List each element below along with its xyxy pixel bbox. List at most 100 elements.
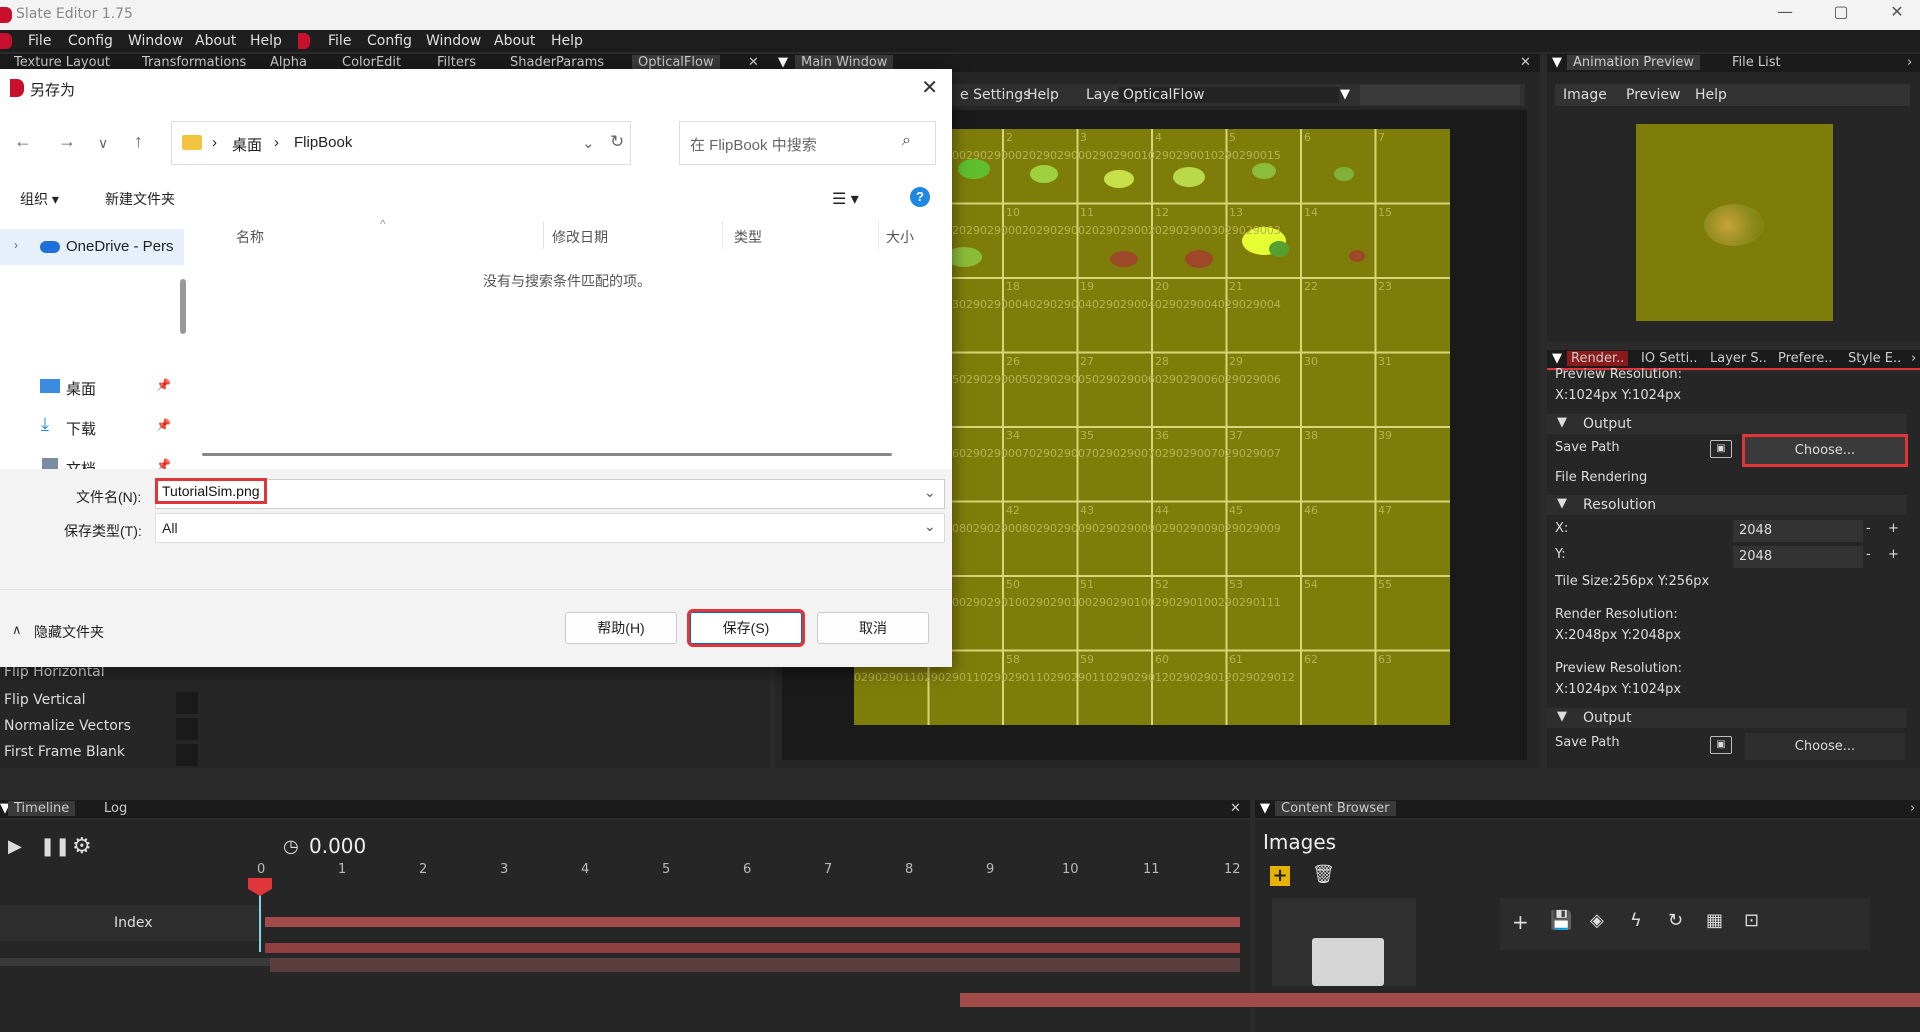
option-flip-vertical[interactable]: Flip Vertical: [4, 692, 86, 708]
track-bar[interactable]: [265, 917, 1240, 927]
timeline-scrollbar[interactable]: [0, 958, 270, 966]
close-main-window-icon[interactable]: ✕: [1520, 55, 1531, 70]
menu-about[interactable]: About: [195, 33, 236, 49]
toolbar-settings[interactable]: e Settings: [960, 87, 1031, 103]
layers-icon[interactable]: ◈: [1590, 910, 1604, 931]
resolution-x-input[interactable]: 2048: [1733, 520, 1863, 542]
lightning-icon[interactable]: ϟ: [1630, 910, 1642, 931]
collapse-triangle-icon[interactable]: ▼: [1552, 351, 1562, 366]
tab-io-settings[interactable]: IO Setti..: [1641, 351, 1698, 366]
close-timeline-icon[interactable]: ✕: [1230, 801, 1241, 816]
minimize-button[interactable]: —: [1770, 2, 1800, 21]
column-divider[interactable]: [722, 221, 723, 249]
collapse-triangle-icon[interactable]: ▼: [778, 55, 788, 70]
column-modified[interactable]: 修改日期: [552, 227, 608, 247]
menu-file[interactable]: File: [28, 33, 51, 49]
layer-search-field[interactable]: [1360, 85, 1520, 105]
breadcrumb-flipbook[interactable]: FlipBook: [294, 134, 352, 151]
tab-animation-preview[interactable]: Animation Preview: [1567, 55, 1701, 70]
scroll-right-icon[interactable]: ›: [1910, 801, 1915, 816]
filetype-select[interactable]: All ⌄: [155, 513, 945, 543]
save-button[interactable]: 保存(S): [687, 609, 805, 647]
forward-arrow-icon[interactable]: →: [58, 131, 76, 152]
close-window-button[interactable]: ✕: [1882, 2, 1912, 21]
tab-log[interactable]: Log: [104, 801, 127, 816]
menu-window[interactable]: Window: [128, 33, 183, 49]
app-menu-icon-2[interactable]: [298, 33, 310, 49]
view-options-icon[interactable]: ☰ ▾: [832, 189, 859, 209]
up-arrow-icon[interactable]: ↑: [134, 131, 143, 152]
tab-texture-layout[interactable]: Texture Layout: [14, 55, 110, 70]
column-size[interactable]: 大小: [886, 227, 914, 247]
content-browser-scrollbar[interactable]: [960, 993, 1920, 1007]
address-bar[interactable]: › 桌面 › FlipBook ⌄ ↻: [171, 121, 631, 165]
sidebar-item-onedrive[interactable]: › OneDrive - Pers: [0, 229, 184, 265]
choose-save-path-button-2[interactable]: Choose...: [1745, 733, 1905, 760]
tab-preferences[interactable]: Prefere..: [1778, 351, 1833, 366]
folder-tile[interactable]: [1272, 898, 1416, 986]
save-icon[interactable]: 💾: [1550, 910, 1572, 931]
checkbox-normalize-vectors[interactable]: [176, 718, 198, 740]
trash-icon[interactable]: 🗑: [1312, 864, 1335, 885]
collapse-triangle-icon[interactable]: ▼: [1552, 55, 1562, 70]
refresh-icon[interactable]: ↻: [610, 132, 624, 152]
preview-menu-preview[interactable]: Preview: [1626, 87, 1681, 103]
maximize-button[interactable]: ▢: [1826, 2, 1856, 21]
tab-shaderparams[interactable]: ShaderParams: [510, 55, 604, 70]
choose-save-path-button[interactable]: Choose...: [1742, 434, 1908, 467]
collapse-chevron-icon[interactable]: ∧: [12, 622, 22, 638]
help-button[interactable]: 帮助(H): [565, 612, 677, 644]
column-type[interactable]: 类型: [734, 227, 762, 247]
gear-icon[interactable]: ⚙: [72, 834, 92, 859]
recent-dropdown-icon[interactable]: ∨: [98, 135, 108, 152]
menu-file-2[interactable]: File: [328, 33, 351, 49]
column-name[interactable]: 名称: [236, 227, 264, 247]
filename-field[interactable]: TutorialSim.png ⌄: [155, 478, 945, 509]
menu-help-2[interactable]: Help: [551, 33, 583, 49]
tab-alpha[interactable]: Alpha: [270, 55, 307, 70]
sidebar-scrollbar[interactable]: [180, 279, 186, 334]
tab-coloredit[interactable]: ColorEdit: [342, 55, 401, 70]
back-arrow-icon[interactable]: ←: [14, 131, 32, 152]
checkbox-flip-vertical[interactable]: [176, 692, 198, 714]
crop-icon[interactable]: ⊡: [1744, 910, 1759, 931]
preview-menu-help[interactable]: Help: [1695, 87, 1727, 103]
tab-main-window[interactable]: Main Window: [795, 55, 894, 70]
timeline-scrollbar-track[interactable]: [270, 958, 1240, 972]
play-icon[interactable]: ▶: [8, 836, 22, 857]
option-normalize-vectors[interactable]: Normalize Vectors: [4, 718, 131, 734]
menu-config[interactable]: Config: [68, 33, 113, 49]
add-icon[interactable]: +: [1512, 910, 1529, 934]
scroll-right-icon[interactable]: ›: [1911, 351, 1916, 366]
y-decrement-button[interactable]: -: [1866, 547, 1871, 562]
menu-config-2[interactable]: Config: [367, 33, 412, 49]
preview-menu-image[interactable]: Image: [1563, 87, 1607, 103]
search-icon[interactable]: ⌕: [902, 132, 911, 150]
checkbox-first-frame-blank[interactable]: [176, 744, 198, 766]
filetype-dropdown-icon[interactable]: ⌄: [924, 518, 936, 535]
close-tab-icon[interactable]: ✕: [748, 55, 759, 70]
layer-dropdown-icon[interactable]: ▼: [1340, 87, 1350, 102]
image-icon[interactable]: ▣: [1710, 440, 1732, 458]
output-section-header-2[interactable]: ▼ Output: [1547, 708, 1907, 728]
tab-filters[interactable]: Filters: [437, 55, 476, 70]
toolbar-help[interactable]: Help: [1027, 87, 1059, 103]
tab-opticalflow[interactable]: OpticalFlow: [632, 55, 720, 70]
filename-input[interactable]: TutorialSim.png: [155, 478, 267, 504]
tab-timeline[interactable]: Timeline: [8, 801, 76, 816]
output-section-header[interactable]: ▼ Output: [1547, 414, 1907, 434]
refresh-icon[interactable]: ↻: [1668, 910, 1683, 931]
hide-folders-toggle[interactable]: 隐藏文件夹: [34, 622, 104, 642]
cancel-button[interactable]: 取消: [817, 612, 929, 644]
tab-transformations[interactable]: Transformations: [142, 55, 246, 70]
tab-render[interactable]: Render..: [1567, 351, 1629, 366]
resolution-section-header[interactable]: ▼ Resolution: [1547, 495, 1907, 515]
y-increment-button[interactable]: +: [1888, 547, 1899, 562]
sidebar-item-downloads[interactable]: ⤓ 下载 📌: [0, 409, 176, 445]
pause-icon[interactable]: ❚❚: [40, 836, 70, 857]
track-header[interactable]: Index: [0, 905, 262, 941]
tab-file-list[interactable]: File List: [1732, 55, 1781, 70]
grid-icon[interactable]: ▦: [1706, 910, 1723, 931]
option-first-frame-blank[interactable]: First Frame Blank: [4, 744, 125, 760]
x-increment-button[interactable]: +: [1888, 521, 1899, 536]
